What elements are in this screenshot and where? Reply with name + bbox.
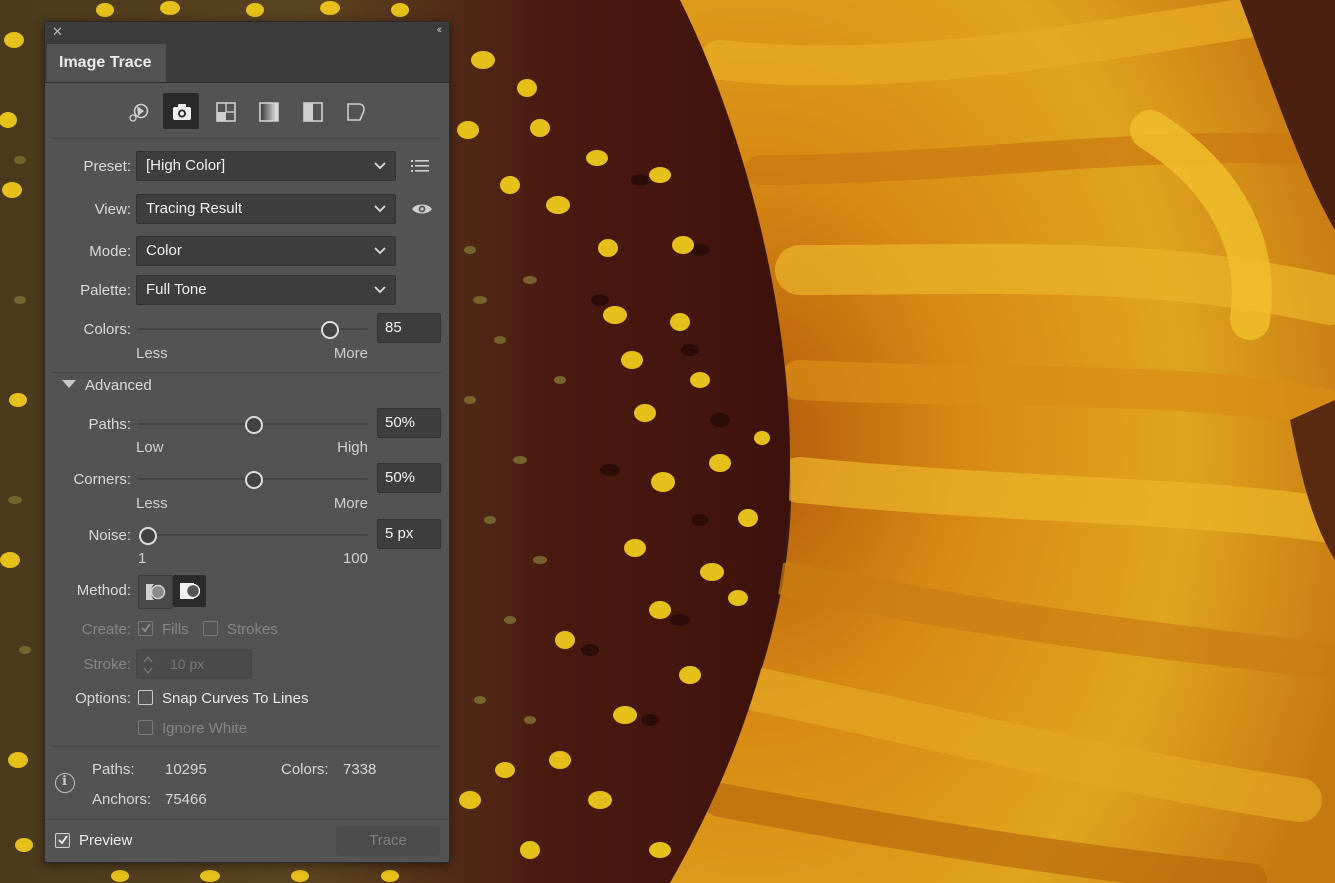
close-icon[interactable]: ✕ — [52, 24, 63, 40]
corners-slider[interactable] — [138, 469, 368, 489]
ignore-white-label: Ignore White — [162, 720, 248, 737]
panel-tab-strip: Image Trace — [45, 44, 449, 83]
mode-dropdown[interactable]: Color — [136, 236, 396, 266]
colors-max-label: More — [333, 345, 368, 362]
high-color-preset-icon[interactable] — [163, 93, 199, 129]
stepper-icon[interactable] — [142, 653, 154, 677]
view-label: View: — [94, 201, 131, 218]
method-label: Method: — [76, 582, 131, 599]
paths-stat-value: 10295 — [165, 761, 207, 778]
preset-value: [High Color] — [146, 157, 226, 174]
eye-icon[interactable] — [411, 202, 433, 220]
palette-value: Full Tone — [146, 281, 207, 298]
auto-color-preset-icon[interactable] — [120, 93, 156, 129]
options-label: Options: — [75, 690, 131, 707]
preview-label: Preview — [79, 832, 133, 849]
fills-checkbox[interactable] — [138, 621, 153, 636]
paths-max-label: High — [337, 439, 368, 456]
black-and-white-preset-icon[interactable] — [294, 93, 330, 129]
strokes-label: Strokes — [227, 621, 278, 638]
chevron-down-icon — [374, 286, 386, 294]
panel-footer: Preview Trace — [45, 819, 449, 862]
create-label: Create: — [81, 621, 131, 638]
colors-label: Colors: — [83, 321, 131, 338]
noise-min-label: 1 — [138, 550, 147, 567]
panel-body: Preset: [High Color] View: Tracing Resul… — [45, 83, 449, 862]
mode-label: Mode: — [89, 243, 131, 260]
chevron-down-icon — [374, 162, 386, 170]
collapse-panel-icon[interactable]: ‹‹ — [437, 24, 443, 36]
colors-input[interactable]: 85 — [377, 313, 441, 343]
mode-value: Color — [146, 242, 182, 259]
slider-thumb[interactable] — [245, 416, 263, 434]
palette-dropdown[interactable]: Full Tone — [136, 275, 396, 305]
anchors-stat-value: 75466 — [165, 791, 207, 808]
grayscale-preset-icon[interactable] — [250, 93, 286, 129]
chevron-down-icon — [374, 205, 386, 213]
slider-track — [138, 534, 368, 536]
paths-input[interactable]: 50% — [377, 408, 441, 438]
noise-label: Noise: — [88, 527, 131, 544]
colors-stat-label: Colors: — [281, 761, 329, 778]
corners-input[interactable]: 50% — [377, 463, 441, 493]
info-icon[interactable]: i — [55, 773, 75, 793]
noise-max-label: 100 — [342, 550, 368, 567]
stroke-value: 10 px — [170, 656, 205, 672]
divider — [53, 746, 441, 747]
low-color-preset-icon[interactable] — [207, 93, 243, 129]
colors-stat-value: 7338 — [343, 761, 377, 778]
ignore-white-checkbox[interactable] — [138, 720, 153, 735]
disclosure-triangle-icon — [62, 380, 76, 388]
corners-label: Corners: — [73, 471, 131, 488]
slider-thumb[interactable] — [139, 527, 158, 545]
colors-slider[interactable] — [138, 319, 368, 339]
stroke-label: Stroke: — [83, 656, 131, 673]
corners-max-label: More — [333, 495, 368, 512]
view-value: Tracing Result — [146, 200, 243, 217]
anchors-stat-label: Anchors: — [92, 791, 152, 808]
paths-slider[interactable] — [138, 414, 368, 434]
trace-button[interactable]: Trace — [336, 826, 440, 856]
corners-min-label: Less — [136, 495, 168, 512]
divider — [53, 138, 441, 139]
slider-thumb[interactable] — [320, 321, 339, 339]
colors-min-label: Less — [136, 345, 168, 362]
noise-input[interactable]: 5 px — [377, 519, 441, 549]
preset-dropdown[interactable]: [High Color] — [136, 151, 396, 181]
strokes-checkbox[interactable] — [203, 621, 218, 636]
image-trace-panel: ✕ ‹‹ Image Trace Preset: [High Color] Vi… — [44, 21, 450, 863]
paths-label: Paths: — [88, 416, 131, 433]
snap-curves-checkbox[interactable] — [138, 690, 153, 705]
fills-label: Fills — [162, 621, 189, 638]
slider-thumb[interactable] — [245, 471, 263, 489]
advanced-label: Advanced — [85, 377, 152, 394]
divider — [53, 372, 441, 373]
view-dropdown[interactable]: Tracing Result — [136, 194, 396, 224]
preset-label: Preset: — [83, 158, 131, 175]
preset-manager-icon[interactable] — [411, 158, 431, 178]
overlapping-method-icon[interactable] — [173, 575, 206, 607]
palette-label: Palette: — [80, 282, 131, 299]
preview-checkbox[interactable] — [55, 833, 70, 848]
noise-slider[interactable] — [138, 525, 368, 545]
info-glyph: i — [62, 774, 67, 789]
outline-preset-icon[interactable] — [337, 93, 373, 129]
paths-min-label: Low — [136, 439, 164, 456]
stroke-input[interactable]: 10 px — [136, 649, 252, 679]
chevron-down-icon — [374, 247, 386, 255]
abutting-method-icon[interactable] — [138, 575, 173, 609]
paths-stat-label: Paths: — [92, 761, 135, 778]
tab-image-trace[interactable]: Image Trace — [47, 44, 166, 82]
snap-curves-label: Snap Curves To Lines — [162, 690, 309, 707]
advanced-disclosure[interactable]: Advanced — [62, 377, 152, 394]
panel-titlebar[interactable]: ✕ ‹‹ — [45, 22, 449, 44]
